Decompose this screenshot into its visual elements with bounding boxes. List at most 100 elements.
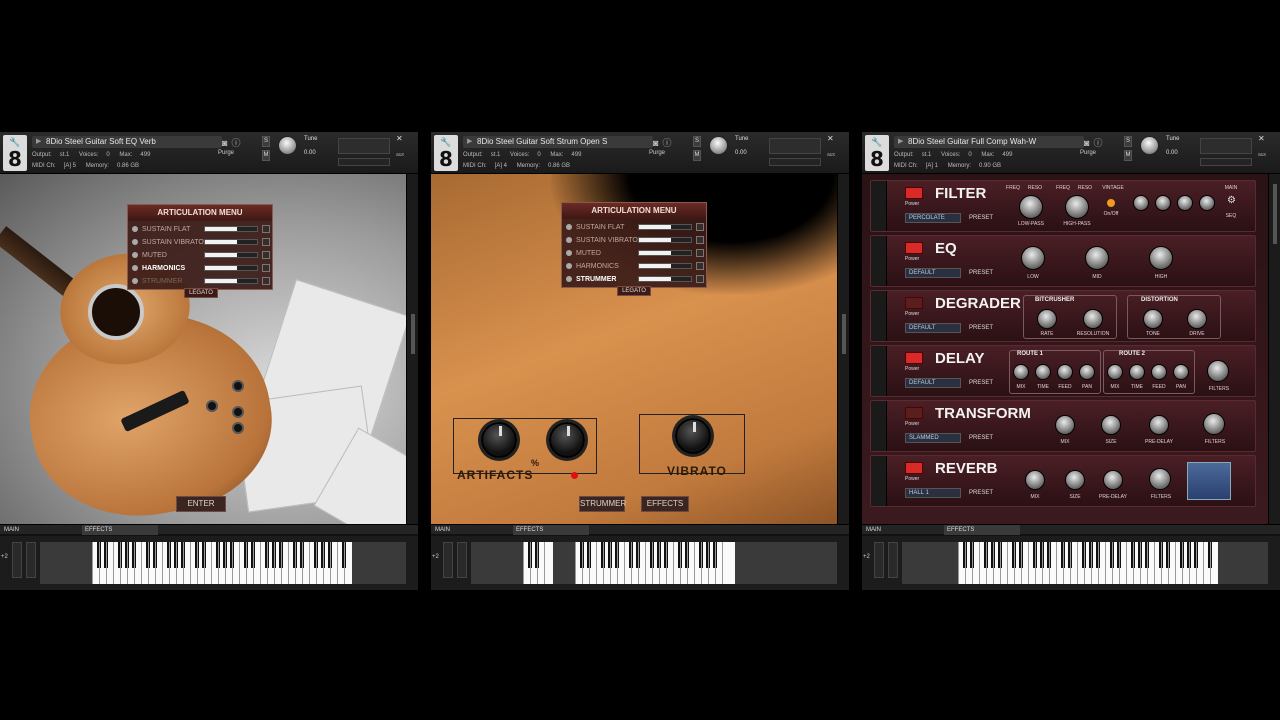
reverb-impulse-display[interactable] [1187,462,1231,500]
articulation-item[interactable]: HARMONICS [566,261,704,272]
white-key[interactable] [986,542,987,584]
midi-value[interactable]: [A] 4 [495,163,507,169]
white-key[interactable] [295,542,296,584]
max-value[interactable]: 499 [1002,152,1012,158]
pitch-bend-wheel[interactable] [12,542,22,578]
r1-mix-knob[interactable] [1013,364,1029,380]
white-key[interactable] [537,542,538,584]
pitch-bend-wheel[interactable] [874,542,884,578]
tab-effects[interactable]: EFFECTS [82,525,158,535]
articulation-volume-slider[interactable] [638,263,692,269]
articulation-label-active[interactable]: HARMONICS [142,263,185,274]
kontakt-logo[interactable]: 🔧 8 [3,135,27,171]
white-key[interactable] [197,542,198,584]
strummer-button[interactable]: STRUMMER [579,496,626,512]
aux-label[interactable]: aux [827,152,835,158]
legato-button[interactable]: LEGATO [617,286,651,296]
white-key[interactable] [1028,542,1029,584]
white-key[interactable] [1077,542,1078,584]
r2-time-knob[interactable] [1129,364,1145,380]
aux-label[interactable]: aux [396,152,404,158]
expand-arrow-icon[interactable]: ▶ [898,136,903,148]
white-key[interactable] [190,542,191,584]
output-value[interactable]: st.1 [491,152,501,158]
white-key[interactable] [323,542,324,584]
output-value[interactable]: st.1 [922,152,932,158]
articulation-volume-slider[interactable] [638,224,692,230]
seq-knob-4[interactable] [1199,195,1215,211]
seq-knob-2[interactable] [1155,195,1171,211]
reverb-filters-knob[interactable] [1149,468,1171,490]
keyboard-inactive-range[interactable] [735,542,837,584]
solo-button[interactable]: S [262,136,270,147]
white-key[interactable] [1189,542,1190,584]
white-key[interactable] [979,542,980,584]
white-key[interactable] [1161,542,1162,584]
white-key[interactable] [1042,542,1043,584]
white-key[interactable] [253,542,254,584]
piano-keyboard[interactable] [523,542,553,584]
expand-arrow-icon[interactable]: ▶ [36,136,41,148]
edit-icon[interactable] [696,262,704,270]
edit-icon[interactable] [262,238,270,246]
white-key[interactable] [281,542,282,584]
transform-power-button[interactable] [905,407,923,419]
piano-keyboard[interactable] [92,542,352,584]
tab-main[interactable]: MAIN [866,525,881,535]
white-key[interactable] [701,542,702,584]
white-key[interactable] [120,542,121,584]
radio-icon[interactable] [132,252,138,258]
info-icon[interactable]: ⓘ [1093,138,1106,148]
white-key[interactable] [1196,542,1197,584]
articulation-volume-slider[interactable] [638,237,692,243]
edit-icon[interactable] [696,223,704,231]
radio-icon[interactable] [132,226,138,232]
articulation-item[interactable]: STRUMMER [566,274,704,285]
info-icon[interactable]: ⓘ [231,138,244,148]
white-key[interactable] [127,542,128,584]
articulation-item[interactable]: SUSTAIN FLAT [566,222,704,233]
articulation-label[interactable]: SUSTAIN FLAT [576,222,624,233]
white-key[interactable] [337,542,338,584]
pan-slider[interactable] [769,158,821,166]
rate-knob[interactable] [1037,309,1057,329]
info-icon[interactable]: ⓘ [662,138,675,148]
white-key[interactable] [1175,542,1176,584]
white-key[interactable] [624,542,625,584]
kontakt-logo[interactable]: 🔧 8 [865,135,889,171]
white-key[interactable] [544,542,545,584]
tab-main[interactable]: MAIN [435,525,450,535]
degrader-power-button[interactable] [905,297,923,309]
articulation-item[interactable]: STRUMMER [132,276,270,287]
white-key[interactable] [687,542,688,584]
white-key[interactable] [965,542,966,584]
articulation-volume-slider[interactable] [204,252,258,258]
vintage-toggle[interactable] [1107,199,1115,207]
drag-handle[interactable] [871,401,887,451]
radio-icon[interactable] [566,224,572,230]
drag-handle[interactable] [871,456,887,506]
radio-icon[interactable] [566,250,572,256]
header-icons[interactable]: ◙ⓘ [222,136,244,149]
articulation-volume-slider[interactable] [638,276,692,282]
pan-slider[interactable] [1200,158,1252,166]
white-key[interactable] [617,542,618,584]
articulation-label[interactable]: STRUMMER [142,276,182,287]
delay-preset-select[interactable]: DEFAULT [905,378,961,388]
white-key[interactable] [958,542,959,584]
transform-preset-select[interactable]: SLAMMED [905,433,961,443]
white-key[interactable] [666,542,667,584]
header-icons[interactable]: ◙ⓘ [1084,136,1106,149]
eq-power-button[interactable] [905,242,923,254]
white-key[interactable] [1070,542,1071,584]
edit-icon[interactable] [262,251,270,259]
tab-main[interactable]: MAIN [4,525,19,535]
articulation-volume-slider[interactable] [204,226,258,232]
articulation-item[interactable]: SUSTAIN VIBRATO [566,235,704,246]
wrench-icon[interactable]: 🔧 [867,137,887,147]
white-key[interactable] [309,542,310,584]
piano-keyboard[interactable] [575,542,735,584]
pitch-bend-wheel[interactable] [443,542,453,578]
edit-icon[interactable] [696,275,704,283]
white-key[interactable] [246,542,247,584]
